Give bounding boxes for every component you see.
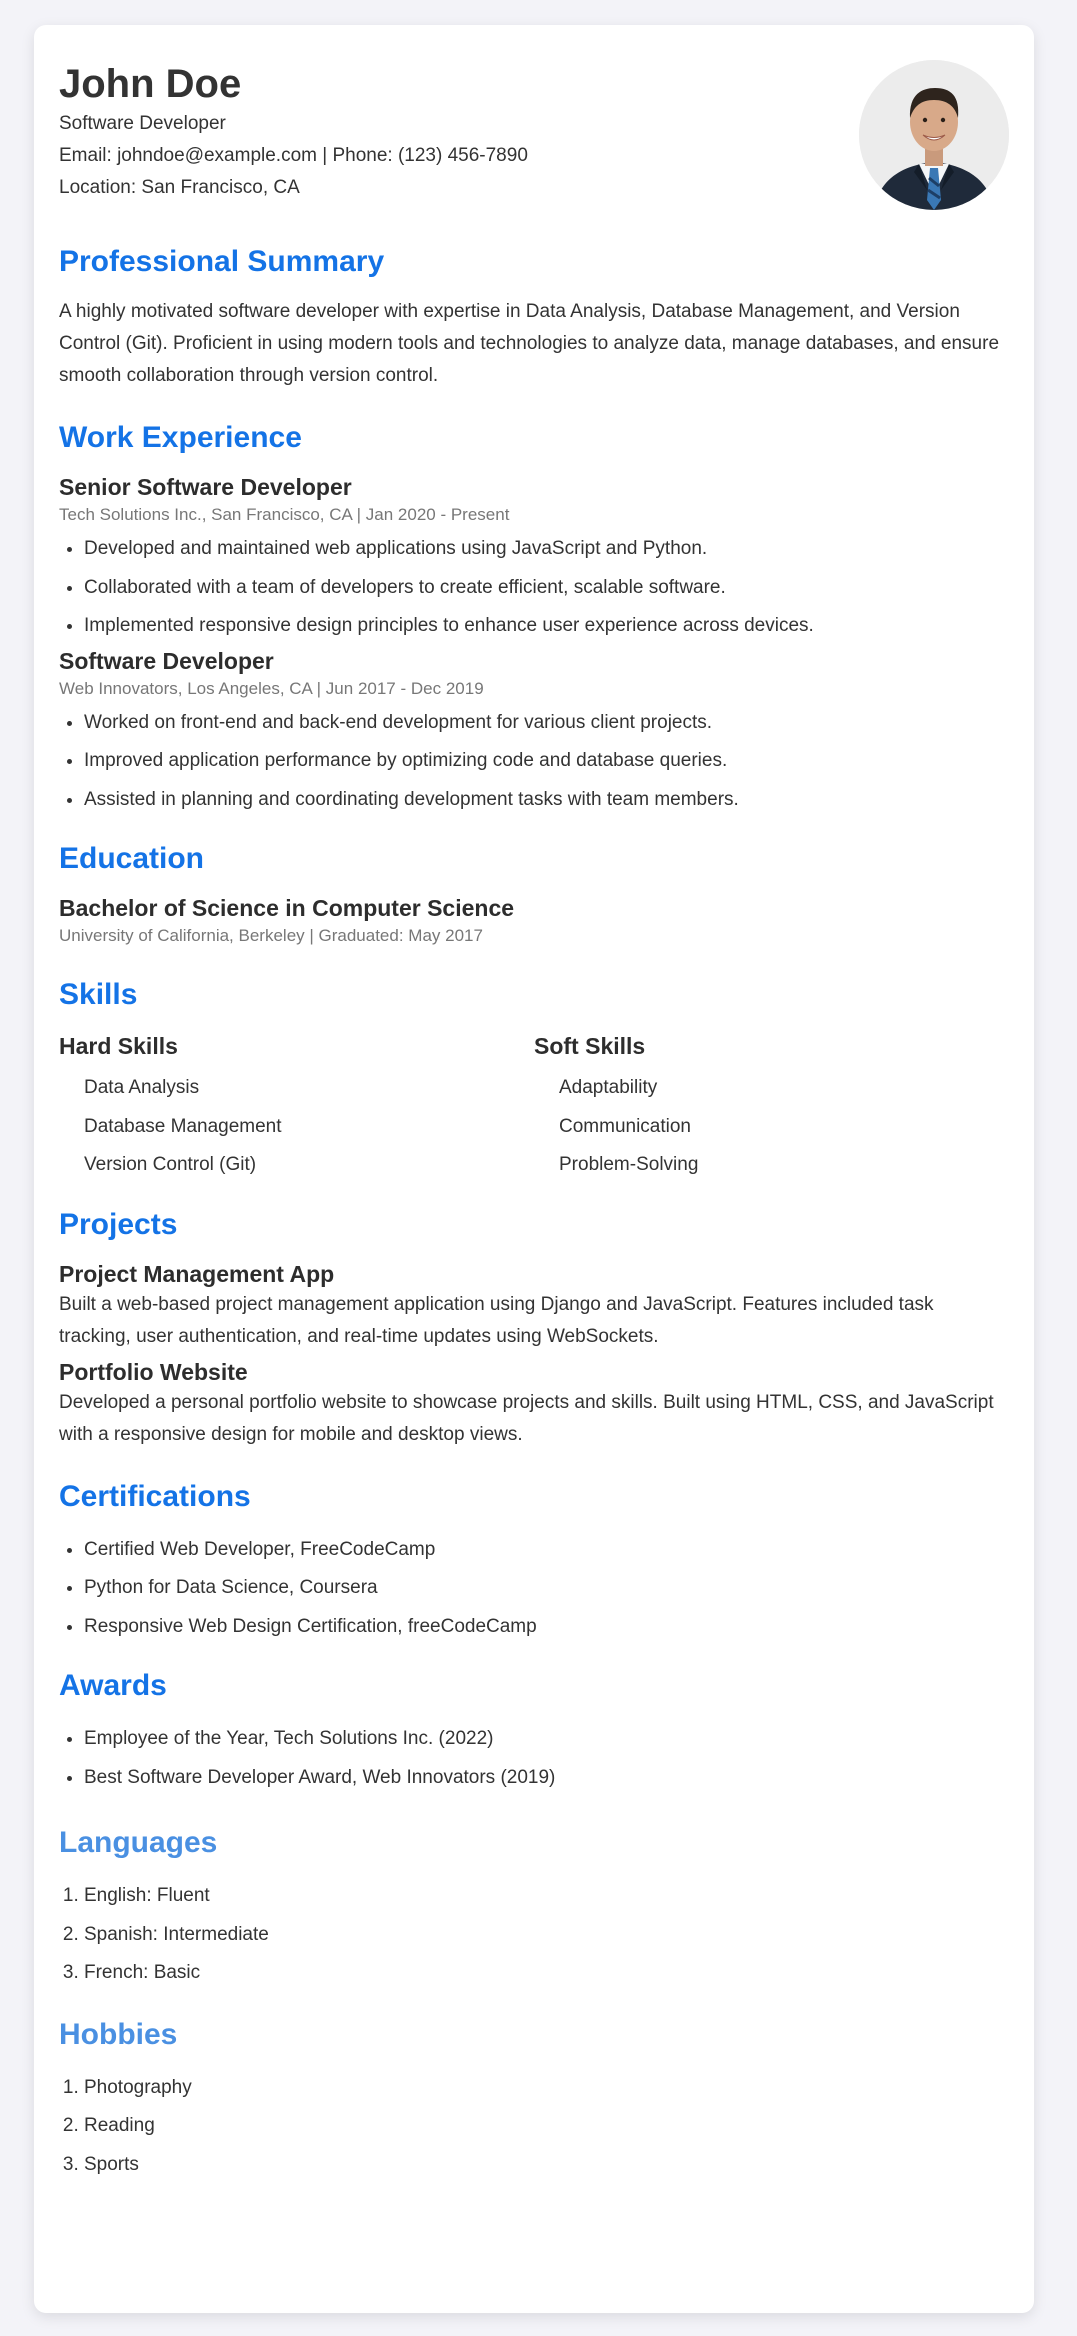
languages-list: English: Fluent Spanish: Intermediate Fr… bbox=[59, 1877, 1009, 1993]
degree-meta: University of California, Berkeley | Gra… bbox=[59, 926, 483, 945]
list-item: Version Control (Git) bbox=[84, 1154, 257, 1175]
list-item: Python for Data Science, Coursera bbox=[84, 1569, 1009, 1608]
summary-heading: Professional Summary bbox=[59, 245, 385, 278]
job-responsibilities: Worked on front-end and back-end develop… bbox=[59, 704, 1009, 820]
list-item: Problem-Solving bbox=[559, 1154, 699, 1175]
resume-card: John Doe Software Developer Email: johnd… bbox=[34, 25, 1034, 2313]
skills-heading: Skills bbox=[59, 978, 138, 1011]
list-item: Responsive Web Design Certification, fre… bbox=[84, 1608, 1009, 1647]
profile-photo-icon bbox=[859, 60, 1009, 210]
languages-heading: Languages bbox=[59, 1826, 218, 1859]
list-item: Photography bbox=[84, 2069, 1009, 2108]
education-heading: Education bbox=[59, 842, 205, 875]
project-description: Built a web-based project management app… bbox=[59, 1293, 934, 1347]
job-entry-meta: Web Innovators, Los Angeles, CA | Jun 20… bbox=[59, 678, 484, 698]
experience-heading: Work Experience bbox=[59, 421, 302, 454]
list-item: French: Basic bbox=[84, 1954, 1009, 1993]
list-item: Developed and maintained web application… bbox=[84, 530, 1009, 569]
list-item: Certified Web Developer, FreeCodeCamp bbox=[84, 1531, 1009, 1570]
avatar bbox=[859, 60, 1009, 210]
hard-skills: Hard Skills Data Analysis Database Manag… bbox=[59, 1029, 534, 1185]
job-entry: Software Developer Web Innovators, Los A… bbox=[59, 646, 1009, 820]
list-item: Sports bbox=[84, 2146, 1009, 2185]
job-entry: Senior Software Developer Tech Solutions… bbox=[59, 472, 1009, 646]
job-entry-meta: Tech Solutions Inc., San Francisco, CA |… bbox=[59, 505, 510, 524]
project-entry: Portfolio Website Developed a personal p… bbox=[59, 1357, 1009, 1451]
project-title: Portfolio Website bbox=[59, 1358, 248, 1385]
soft-skills-heading: Soft Skills bbox=[534, 1033, 646, 1059]
list-item: Reading bbox=[84, 2107, 1009, 2146]
list-item: Employee of the Year, Tech Solutions Inc… bbox=[84, 1720, 1009, 1759]
project-title: Project Management App bbox=[59, 1260, 335, 1287]
summary-text: A highly motivated software developer wi… bbox=[59, 301, 1000, 386]
list-item: Best Software Developer Award, Web Innov… bbox=[84, 1759, 1009, 1798]
list-item: Assisted in planning and coordinating de… bbox=[84, 781, 1009, 820]
job-responsibilities: Developed and maintained web application… bbox=[59, 530, 1009, 646]
list-item: Adaptability bbox=[559, 1077, 658, 1098]
list-item: Implemented responsive design principles… bbox=[84, 607, 1009, 646]
skills-grid: Hard Skills Data Analysis Database Manag… bbox=[59, 1029, 1009, 1185]
projects-heading: Projects bbox=[59, 1207, 178, 1241]
list-item: Collaborated with a team of developers t… bbox=[84, 569, 1009, 608]
list-item: Worked on front-end and back-end develop… bbox=[84, 704, 1009, 743]
list-item: English: Fluent bbox=[84, 1877, 1009, 1916]
awards-list: Employee of the Year, Tech Solutions Inc… bbox=[59, 1720, 1009, 1797]
awards-heading: Awards bbox=[59, 1669, 167, 1702]
list-item: Communication bbox=[559, 1115, 691, 1137]
list-item: Database Management bbox=[84, 1115, 282, 1137]
soft-skills: Soft Skills Adaptability Communication P… bbox=[534, 1029, 1009, 1185]
degree-title: Bachelor of Science in Computer Science bbox=[59, 895, 515, 921]
resume-header: John Doe Software Developer Email: johnd… bbox=[59, 60, 1009, 242]
job-entry-title: Senior Software Developer bbox=[59, 474, 352, 500]
job-entry-title: Software Developer bbox=[59, 647, 274, 674]
certifications-heading: Certifications bbox=[59, 1479, 251, 1513]
project-entry: Project Management App Built a web-based… bbox=[59, 1259, 1009, 1353]
location-info: Location: San Francisco, CA bbox=[59, 177, 300, 198]
list-item: Improved application performance by opti… bbox=[84, 742, 1009, 781]
hobbies-heading: Hobbies bbox=[59, 2017, 178, 2051]
hard-skills-heading: Hard Skills bbox=[59, 1033, 178, 1059]
project-description: Developed a personal portfolio website t… bbox=[59, 1391, 994, 1445]
list-item: Spanish: Intermediate bbox=[84, 1916, 1009, 1955]
certifications-list: Certified Web Developer, FreeCodeCamp Py… bbox=[59, 1531, 1009, 1647]
hobbies-list: Photography Reading Sports bbox=[59, 2069, 1009, 2185]
list-item: Data Analysis bbox=[84, 1077, 200, 1098]
